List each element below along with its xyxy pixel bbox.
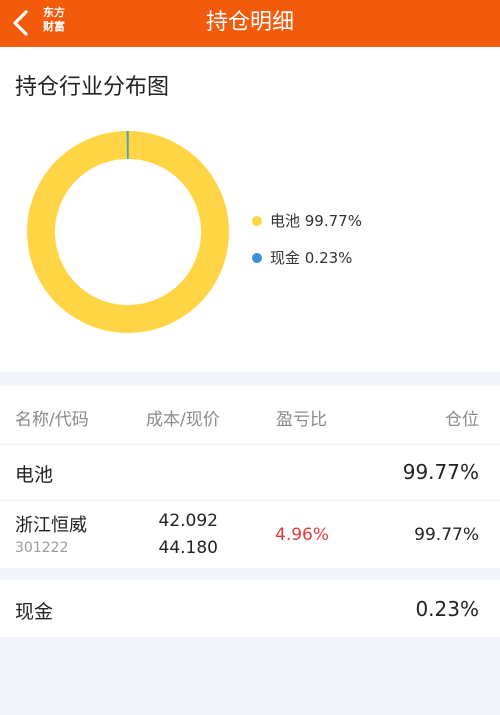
industry-distribution-card: 持仓行业分布图 电池 99.77% 现金 0.23%: [0, 47, 500, 372]
stock-name: 浙江恒威: [15, 515, 87, 536]
header-name-code[interactable]: 名称/代码: [15, 405, 89, 430]
header-cost-price[interactable]: 成本/现价: [146, 405, 220, 430]
stock-pnl-ratio: 4.96%: [275, 525, 330, 545]
table-header: 名称/代码 成本/现价 盈亏比 仓位: [0, 386, 500, 443]
stock-code: 301222: [15, 540, 69, 556]
holdings-table: 名称/代码 成本/现价 盈亏比 仓位 电池 99.77% 浙江恒威 301222…: [0, 386, 500, 568]
legend-dot-cash: [252, 252, 262, 263]
cash-row[interactable]: 现金 0.23%: [0, 580, 500, 637]
sector-position: 99.77%: [402, 460, 479, 484]
chart-legend: 电池 99.77% 现金 0.23%: [252, 202, 362, 276]
legend-label-cash: 现金 0.23%: [270, 249, 353, 267]
donut-slice-battery[interactable]: [27, 131, 229, 333]
header-position[interactable]: 仓位: [445, 405, 479, 430]
legend-item-cash[interactable]: 现金 0.23%: [252, 239, 362, 276]
sector-name: 电池: [15, 464, 54, 486]
header-pnl-ratio[interactable]: 盈亏比: [276, 405, 327, 430]
sector-row[interactable]: 电池 99.77%: [0, 444, 500, 499]
stock-row[interactable]: 浙江恒威 301222 42.092 44.180 4.96% 99.77%: [0, 500, 500, 568]
legend-label-battery: 电池 99.77%: [270, 212, 362, 230]
app-header: 东方 财富 持仓明细: [0, 0, 500, 47]
legend-dot-battery: [252, 215, 262, 226]
stock-price: 44.180: [158, 538, 218, 558]
cash-name: 现金: [15, 601, 54, 623]
legend-item-battery[interactable]: 电池 99.77%: [252, 202, 362, 239]
page-title: 持仓明细: [205, 10, 294, 35]
donut-chart: [27, 131, 229, 333]
cash-position: 0.23%: [415, 597, 479, 621]
stock-cost: 42.092: [158, 511, 218, 531]
stock-position: 99.77%: [414, 525, 479, 545]
